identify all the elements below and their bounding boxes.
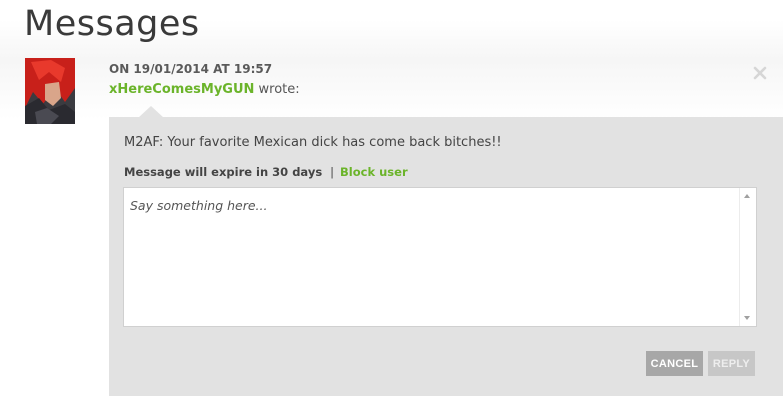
separator: | xyxy=(330,165,335,179)
scrollbar[interactable] xyxy=(739,188,756,326)
sender-line: xHereComesMyGUN wrote: xyxy=(109,82,300,97)
scroll-up-arrow-icon[interactable] xyxy=(744,194,750,198)
avatar-image xyxy=(25,58,75,124)
reply-button[interactable]: REPLY xyxy=(708,351,755,376)
avatar[interactable] xyxy=(25,58,75,124)
expiry-row: Message will expire in 30 days | Block use… xyxy=(124,165,408,179)
cancel-button[interactable]: CANCEL xyxy=(646,351,703,376)
message-date: ON 19/01/2014 AT 19:57 xyxy=(109,62,273,76)
close-icon[interactable] xyxy=(751,64,769,82)
block-user-link[interactable]: Block user xyxy=(340,165,408,179)
reply-box xyxy=(123,187,757,327)
wrote-label: wrote: xyxy=(254,82,300,97)
page-title: Messages xyxy=(24,4,200,44)
sender-name-link[interactable]: xHereComesMyGUN xyxy=(109,82,254,97)
message-panel: M2AF: Your favorite Mexican dick has com… xyxy=(109,117,783,396)
expiry-text: Message will expire in 30 days xyxy=(124,165,323,179)
message-body: M2AF: Your favorite Mexican dick has com… xyxy=(124,135,502,150)
reply-input[interactable] xyxy=(124,188,738,326)
scroll-down-arrow-icon[interactable] xyxy=(744,316,750,320)
